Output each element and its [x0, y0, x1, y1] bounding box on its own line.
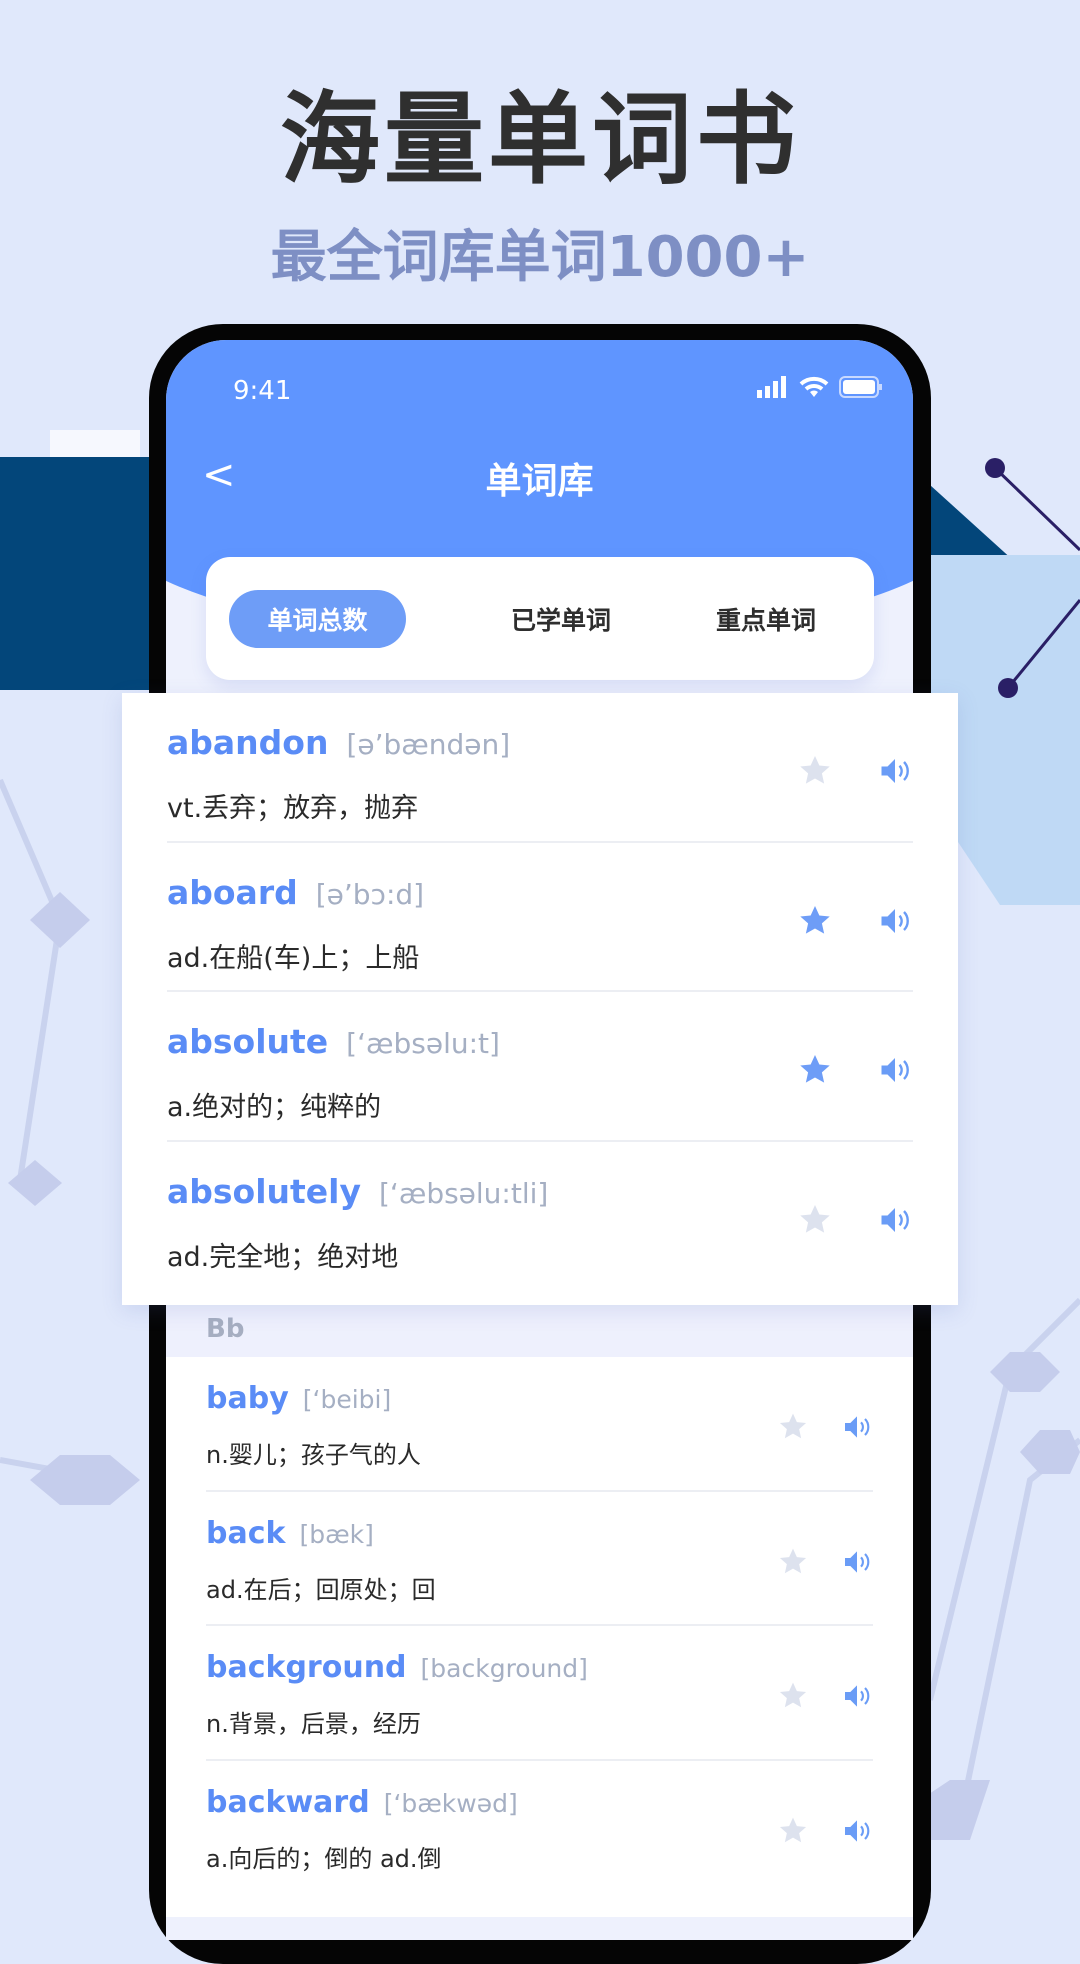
word-row[interactable]: absolute [‘æbsəlu:t] a.绝对的；纯粹的 [167, 992, 913, 1142]
phonetic: [bæk] [299, 1519, 374, 1549]
section-header-b: Bb [166, 1308, 913, 1357]
word-label: absolute [167, 1022, 329, 1061]
phonetic: [ə’bɔ:d] [315, 877, 425, 911]
phonetic: [‘æbsəlu:tli] [379, 1176, 549, 1210]
wifi-icon [799, 376, 829, 397]
star-icon[interactable] [797, 753, 833, 789]
speaker-icon[interactable] [877, 1202, 913, 1238]
speaker-icon[interactable] [877, 753, 913, 789]
word-meaning: ad.完全地；绝对地 [167, 1241, 399, 1273]
word-label: background [206, 1650, 407, 1685]
phonetic: [ə’bændən] [346, 728, 511, 761]
tab-key-words[interactable]: 重点单词 [716, 585, 816, 653]
word-meaning: a.绝对的；纯粹的 [167, 1092, 382, 1123]
word-text: background [background] [206, 1650, 588, 1685]
word-label: abandon [167, 723, 329, 762]
word-meaning: ad.在船(车)上；上船 [167, 942, 420, 974]
word-meaning: n.婴儿；孩子气的人 [206, 1441, 421, 1469]
star-icon[interactable] [777, 1680, 809, 1712]
word-meaning: n.背景，后景，经历 [206, 1710, 421, 1738]
tab-total-words[interactable]: 单词总数 [229, 589, 406, 648]
tab-learned-words[interactable]: 已学单词 [511, 585, 611, 653]
promo-headline: 海量单词书 [280, 81, 800, 198]
speaker-icon[interactable] [841, 1546, 873, 1578]
word-row[interactable]: backward [‘bækwəd] a.向后的；倒的 ad.倒 [206, 1761, 873, 1896]
status-time: 9:41 [233, 376, 292, 406]
status-icons [757, 376, 883, 398]
word-row[interactable]: baby [‘beibi] n.婴儿；孩子气的人 [206, 1357, 873, 1492]
promo-subline: 最全词库单词1000+ [270, 225, 810, 290]
word-text: backward [‘bækwəd] [206, 1785, 518, 1820]
star-icon[interactable] [797, 1052, 833, 1088]
word-row[interactable]: abandon [ə’bændən] vt.丢弃；放弃，抛弃 [167, 693, 913, 843]
word-text: abandon [ə’bændən] [167, 723, 510, 762]
word-list-a: abandon [ə’bændən] vt.丢弃；放弃，抛弃 aboard [ə’b… [122, 693, 958, 1305]
speaker-icon[interactable] [877, 903, 913, 939]
signal-icon [757, 376, 786, 398]
speaker-icon[interactable] [841, 1680, 873, 1712]
word-text: baby [‘beibi] [206, 1381, 391, 1416]
star-icon[interactable] [797, 903, 833, 939]
word-row[interactable]: aboard [ə’bɔ:d] ad.在船(车)上；上船 [167, 843, 913, 992]
star-icon[interactable] [797, 1202, 833, 1238]
word-label: absolutely [167, 1171, 361, 1211]
word-label: aboard [167, 872, 298, 912]
word-row[interactable]: back [bæk] ad.在后；回原处；回 [206, 1492, 873, 1626]
word-meaning: vt.丢弃；放弃，抛弃 [167, 793, 419, 824]
word-text: absolutely [‘æbsəlu:tli] [167, 1172, 548, 1211]
phonetic: [‘beibi] [302, 1385, 392, 1414]
star-icon[interactable] [777, 1546, 809, 1578]
word-text: absolute [‘æbsəlu:t] [167, 1022, 500, 1061]
word-label: back [206, 1515, 286, 1551]
word-row[interactable]: background [background] n.背景，后景，经历 [206, 1626, 873, 1761]
word-text: aboard [ə’bɔ:d] [167, 873, 424, 912]
speaker-icon[interactable] [841, 1411, 873, 1443]
word-row[interactable]: absolutely [‘æbsəlu:tli] ad.完全地；绝对地 [167, 1142, 913, 1292]
word-list-b: baby [‘beibi] n.婴儿；孩子气的人 back [bæk] ad.在后；… [166, 1357, 913, 1917]
word-label: backward [206, 1784, 370, 1820]
star-icon[interactable] [777, 1815, 809, 1847]
word-label: baby [206, 1381, 289, 1416]
phonetic: [‘æbsəlu:t] [346, 1027, 500, 1060]
word-meaning: ad.在后；回原处；回 [206, 1575, 436, 1604]
speaker-icon[interactable] [841, 1815, 873, 1847]
word-text: back [bæk] [206, 1516, 374, 1551]
phonetic: [background] [420, 1654, 588, 1683]
page-title: 单词库 [485, 461, 594, 502]
tab-bar: 单词总数 已学单词 重点单词 [206, 557, 874, 680]
word-meaning: a.向后的；倒的 ad.倒 [206, 1844, 442, 1873]
speaker-icon[interactable] [877, 1052, 913, 1088]
star-icon[interactable] [777, 1411, 809, 1443]
phonetic: [‘bækwəd] [383, 1788, 518, 1818]
battery-icon [839, 376, 882, 398]
